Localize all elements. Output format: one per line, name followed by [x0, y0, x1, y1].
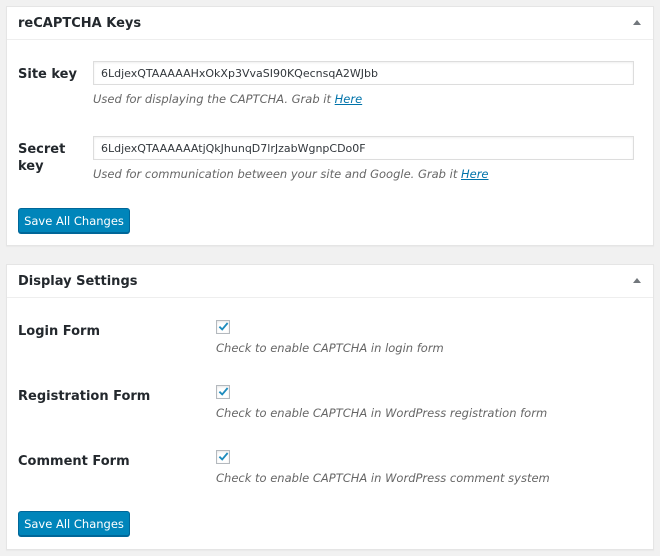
- secret-key-description: Used for communication between your site…: [93, 167, 489, 181]
- site-key-description: Used for displaying the CAPTCHA. Grab it…: [93, 92, 362, 106]
- comment-form-description: Check to enable CAPTCHA in WordPress com…: [216, 471, 550, 485]
- comment-form-checkbox[interactable]: [216, 450, 230, 464]
- secret-key-label-line1: Secret: [18, 142, 66, 157]
- registration-form-description: Check to enable CAPTCHA in WordPress reg…: [216, 406, 548, 420]
- recaptcha-keys-panel: reCAPTCHA Keys Site key Used for display…: [6, 6, 654, 246]
- login-form-label: Login Form: [18, 324, 100, 339]
- site-key-here-link[interactable]: Here: [335, 92, 363, 106]
- collapse-arrow-icon[interactable]: [633, 278, 641, 283]
- site-key-input[interactable]: [93, 61, 634, 85]
- display-settings-panel: Display Settings Login Form Check to ena…: [6, 264, 654, 550]
- secret-key-input[interactable]: [93, 136, 634, 160]
- login-form-checkbox[interactable]: [216, 320, 230, 334]
- panel-title: Display Settings: [18, 274, 138, 289]
- save-all-changes-button[interactable]: Save All Changes: [18, 511, 130, 536]
- site-key-label: Site key: [18, 67, 77, 82]
- panel-title: reCAPTCHA Keys: [18, 16, 142, 31]
- comment-form-label: Comment Form: [18, 454, 130, 469]
- collapse-arrow-icon[interactable]: [633, 20, 641, 25]
- checkmark-icon: [218, 387, 229, 396]
- checkmark-icon: [218, 322, 229, 331]
- login-form-description: Check to enable CAPTCHA in login form: [216, 341, 444, 355]
- site-key-description-text: Used for displaying the CAPTCHA. Grab it: [93, 92, 331, 106]
- secret-key-here-link[interactable]: Here: [461, 167, 489, 181]
- recaptcha-keys-header[interactable]: reCAPTCHA Keys: [7, 7, 653, 40]
- save-all-changes-button[interactable]: Save All Changes: [18, 208, 130, 233]
- display-settings-header[interactable]: Display Settings: [7, 265, 653, 298]
- registration-form-checkbox[interactable]: [216, 385, 230, 399]
- secret-key-description-text: Used for communication between your site…: [93, 167, 458, 181]
- secret-key-label-line2: key: [18, 159, 44, 174]
- checkmark-icon: [218, 452, 229, 461]
- registration-form-label: Registration Form: [18, 389, 151, 404]
